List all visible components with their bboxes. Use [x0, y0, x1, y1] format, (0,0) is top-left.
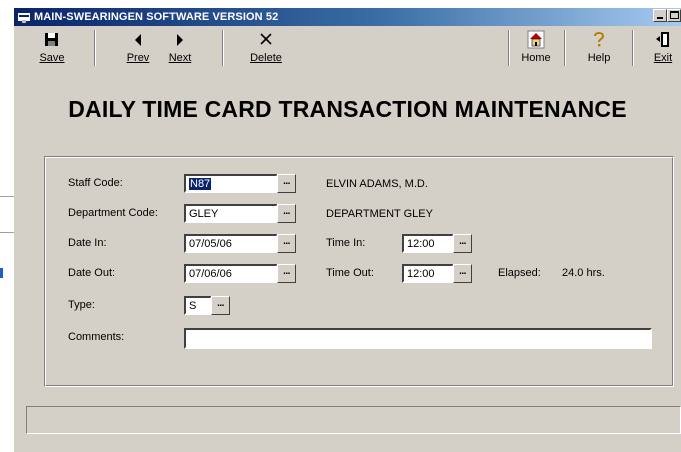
page-title: DAILY TIME CARD TRANSACTION MAINTENANCE	[68, 96, 627, 122]
date-out-input[interactable]: 07/06/06	[184, 264, 278, 283]
exit-button[interactable]: Exit	[650, 30, 676, 64]
help-question-icon	[594, 32, 605, 47]
window-title: MAIN-SWEARINGEN SOFTWARE VERSION 52	[34, 11, 279, 23]
type-input[interactable]: S	[184, 296, 212, 315]
exit-door-icon	[656, 32, 669, 47]
department-code-input[interactable]: GLEY	[184, 204, 278, 223]
status-bar	[26, 406, 681, 434]
staff-code-label: Staff Code:	[68, 177, 123, 189]
desktop-background	[0, 0, 14, 452]
help-label: Help	[587, 52, 611, 64]
date-in-input[interactable]: 07/05/06	[184, 234, 278, 253]
home-label: Home	[521, 52, 551, 64]
prev-button[interactable]: Prev	[124, 30, 152, 64]
comments-label: Comments:	[68, 331, 125, 343]
prev-label: Prev	[126, 52, 150, 64]
close-x-icon	[260, 33, 272, 45]
toolbar-separator	[94, 30, 96, 66]
home-button[interactable]: Home	[520, 30, 552, 64]
type-label: Type:	[68, 299, 95, 311]
date-in-lookup-button[interactable]: ...	[277, 234, 296, 253]
maximize-button[interactable]	[667, 9, 681, 22]
delete-button[interactable]: Delete	[248, 30, 284, 64]
home-icon	[527, 30, 545, 49]
delete-label: Delete	[250, 52, 282, 64]
app-window: MAIN-SWEARINGEN SOFTWARE VERSION 52 Save…	[14, 8, 681, 452]
minimize-button[interactable]	[653, 9, 667, 22]
minimize-icon	[657, 17, 663, 19]
time-in-lookup-button[interactable]: ...	[453, 234, 472, 253]
date-out-lookup-button[interactable]: ...	[277, 264, 296, 283]
elapsed-label: Elapsed:	[498, 267, 541, 279]
arrow-right-icon	[177, 34, 183, 46]
department-name-text: DEPARTMENT GLEY	[326, 208, 433, 220]
save-button[interactable]: Save	[36, 30, 68, 64]
time-in-label: Time In:	[326, 237, 366, 249]
save-label: Save	[39, 52, 65, 64]
toolbar-separator	[222, 30, 224, 66]
comments-input[interactable]	[184, 328, 652, 349]
time-out-lookup-button[interactable]: ...	[453, 264, 472, 283]
time-in-input[interactable]: 12:00	[402, 234, 454, 253]
next-label: Next	[168, 52, 192, 64]
time-out-label: Time Out:	[326, 267, 374, 279]
arrow-left-icon	[135, 34, 141, 46]
background-divider	[0, 196, 14, 197]
toolbar-separator	[508, 30, 510, 66]
staff-name-text: ELVIN ADAMS, M.D.	[326, 178, 428, 190]
toolbar-separator	[564, 30, 566, 66]
app-icon	[18, 13, 30, 23]
help-button[interactable]: Help	[584, 30, 614, 64]
toolbar-separator	[632, 30, 634, 66]
staff-code-input[interactable]: N87	[184, 174, 278, 193]
next-button[interactable]: Next	[166, 30, 194, 64]
floppy-disk-icon	[45, 33, 58, 46]
staff-code-lookup-button[interactable]: ...	[277, 174, 296, 193]
time-out-input[interactable]: 12:00	[402, 264, 454, 283]
department-code-label: Department Code:	[68, 207, 158, 219]
elapsed-value: 24.0 hrs.	[562, 267, 605, 279]
background-marker	[0, 268, 3, 278]
department-code-lookup-button[interactable]: ...	[277, 204, 296, 223]
toolbar: Save Prev Next Delete Home Help Exit	[14, 26, 681, 72]
maximize-icon	[670, 11, 679, 19]
title-bar[interactable]: MAIN-SWEARINGEN SOFTWARE VERSION 52	[14, 8, 681, 26]
type-lookup-button[interactable]: ...	[211, 296, 230, 315]
exit-label: Exit	[653, 52, 673, 64]
staff-code-value: N87	[189, 178, 212, 190]
background-divider	[0, 232, 14, 233]
date-in-label: Date In:	[68, 237, 107, 249]
date-out-label: Date Out:	[68, 267, 116, 279]
